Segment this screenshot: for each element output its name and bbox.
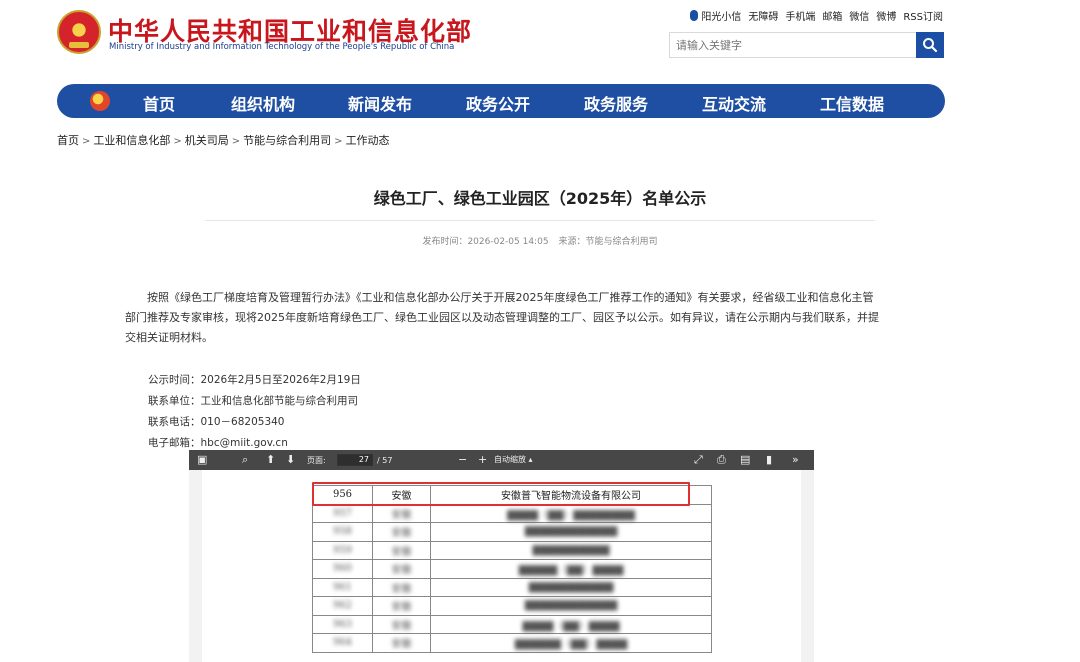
row-number: 959	[312, 540, 373, 560]
nav-home[interactable]: 首页	[143, 91, 175, 115]
nav-news[interactable]: 新闻发布	[348, 91, 412, 115]
row-number: 961	[312, 577, 373, 597]
row-company: ▇▇▇▇▇▇▇▇▇▇▇▇	[430, 596, 712, 616]
row-company: ▇▇▇▇（▇▇）▇▇▇▇▇▇▇▇	[430, 503, 712, 523]
row-province: 安徽	[372, 522, 431, 542]
row-province: 安徽	[372, 596, 431, 616]
top-links: 阳光小信 无障碍 手机端 邮箱 微信 微博 RSS订阅	[690, 8, 943, 23]
row-number: 964	[312, 633, 373, 653]
toplink-sunshine[interactable]: 阳光小信	[701, 8, 741, 23]
nav-gov-services[interactable]: 政务服务	[584, 91, 648, 115]
main-nav: 首页 组织机构 新闻发布 政务公开 政务服务 互动交流 工信数据	[57, 84, 945, 118]
table-row: 959 安徽 ▇▇▇▇▇▇▇▇▇▇	[312, 540, 712, 560]
highlight-box	[312, 482, 690, 506]
row-province: 安徽	[372, 633, 431, 653]
article-meta: 发布时间：2026-02-05 14:05 来源：节能与综合利用司	[205, 234, 875, 247]
zoom-out-icon[interactable]: −	[458, 453, 467, 467]
breadcrumb-ministry[interactable]: 工业和信息化部	[93, 134, 170, 147]
national-emblem-icon[interactable]	[57, 10, 101, 54]
table-row: 963 安徽 ▇▇▇▇（▇▇）▇▇▇▇	[312, 614, 712, 634]
breadcrumb-energy-dept[interactable]: 节能与综合利用司	[243, 134, 331, 147]
title-divider	[205, 220, 875, 221]
article-source: 来源：节能与综合利用司	[558, 237, 658, 247]
toplink-weibo[interactable]: 微博	[876, 8, 896, 23]
print-icon[interactable]: ⎙	[717, 453, 726, 467]
pdf-toolbar: ▣ ⌕ ⬆ ⬇ 页面: 27 / 57 − + 自动缩放 ▴ ⤢ ⎙ ▤ ▮ »	[189, 450, 814, 470]
find-icon[interactable]: ⌕	[242, 453, 248, 467]
nav-logo-icon	[90, 91, 110, 111]
row-province: 安徽	[372, 577, 431, 597]
row-company: ▇▇▇▇▇▇▇▇▇▇▇▇	[430, 522, 712, 542]
site-header: 中华人民共和国工业和信息化部 Ministry of Industry and …	[0, 0, 1080, 80]
prev-page-icon[interactable]: ⬆	[266, 453, 275, 467]
row-province: 安徽	[372, 540, 431, 560]
row-company: ▇▇▇▇（▇▇）▇▇▇▇	[430, 614, 712, 634]
row-number: 963	[312, 614, 373, 634]
nav-gov-affairs[interactable]: 政务公开	[466, 91, 530, 115]
contact-unit: 联系单位：工业和信息化部节能与综合利用司	[148, 395, 358, 407]
table-row: 961 安徽 ▇▇▇▇▇▇▇▇▇▇▇	[312, 577, 712, 597]
map-pin-icon	[690, 10, 699, 21]
table-row: 957 安徽 ▇▇▇▇（▇▇）▇▇▇▇▇▇▇▇	[312, 503, 712, 523]
row-number: 962	[312, 596, 373, 616]
sidebar-toggle-icon[interactable]: ▣	[197, 453, 207, 467]
search-input[interactable]	[670, 33, 916, 57]
toplink-mail[interactable]: 邮箱	[822, 8, 842, 23]
search-box	[669, 32, 944, 58]
zoom-in-icon[interactable]: +	[478, 453, 487, 467]
nav-organization[interactable]: 组织机构	[231, 91, 295, 115]
tools-menu-icon[interactable]: »	[792, 453, 799, 467]
article-paragraph: 按照《绿色工厂梯度培育及管理暂行办法》《工业和信息化部办公厅关于开展2025年度…	[125, 291, 879, 344]
pdf-page: 956 安徽 安徽普飞智能物流设备有限公司 957 安徽 ▇▇▇▇（▇▇）▇▇▇▇▇▇▇…	[202, 470, 801, 662]
presentation-mode-icon[interactable]: ⤢	[694, 453, 703, 467]
page-label: 页面:	[307, 456, 326, 465]
article-title: 绿色工厂、绿色工业园区（2025年）名单公示	[373, 189, 707, 208]
next-page-icon[interactable]: ⬇	[286, 453, 295, 467]
table-row: 960 安徽 ▇▇▇▇▇（▇▇）▇▇▇▇	[312, 559, 712, 579]
table-row: 962 安徽 ▇▇▇▇▇▇▇▇▇▇▇▇	[312, 596, 712, 616]
save-icon[interactable]: ▤	[740, 453, 750, 467]
page-number-input[interactable]: 27	[337, 454, 373, 466]
row-company: ▇▇▇▇▇▇▇▇▇▇	[430, 540, 712, 560]
row-province: 安徽	[372, 503, 431, 523]
row-number: 958	[312, 522, 373, 542]
breadcrumb-work-news[interactable]: 工作动态	[346, 134, 390, 147]
row-province: 安徽	[372, 614, 431, 634]
row-company: ▇▇▇▇▇（▇▇）▇▇▇▇	[430, 559, 712, 579]
bookmark-icon[interactable]: ▮	[766, 453, 772, 467]
article-body: 按照《绿色工厂梯度培育及管理暂行办法》《工业和信息化部办公厅关于开展2025年度…	[125, 288, 880, 348]
notice-period: 公示时间：2026年2月5日至2026年2月19日	[148, 374, 361, 386]
nav-interaction[interactable]: 互动交流	[702, 91, 766, 115]
toplink-mobile[interactable]: 手机端	[785, 8, 815, 23]
row-number: 957	[312, 503, 373, 523]
toplink-accessibility[interactable]: 无障碍	[748, 8, 778, 23]
row-company: ▇▇▇▇▇▇（▇▇）▇▇▇▇	[430, 633, 712, 653]
row-company: ▇▇▇▇▇▇▇▇▇▇▇	[430, 577, 712, 597]
breadcrumb-departments[interactable]: 机关司局	[185, 134, 229, 147]
pdf-viewer[interactable]: ▣ ⌕ ⬆ ⬇ 页面: 27 / 57 − + 自动缩放 ▴ ⤢ ⎙ ▤ ▮ »…	[189, 450, 814, 662]
page-total: / 57	[377, 456, 393, 465]
company-table: 956 安徽 安徽普飞智能物流设备有限公司 957 安徽 ▇▇▇▇（▇▇）▇▇▇▇▇▇▇…	[312, 485, 712, 653]
breadcrumb: 首页 > 工业和信息化部 > 机关司局 > 节能与综合利用司 > 工作动态	[57, 134, 390, 147]
toplink-wechat[interactable]: 微信	[849, 8, 869, 23]
zoom-value: 自动缩放	[494, 455, 526, 464]
row-province: 安徽	[372, 559, 431, 579]
contact-info: 公示时间：2026年2月5日至2026年2月19日 联系单位：工业和信息化部节能…	[148, 370, 361, 454]
zoom-select[interactable]: 自动缩放 ▴	[494, 454, 582, 466]
row-number: 960	[312, 559, 373, 579]
search-button[interactable]	[916, 32, 944, 58]
toplink-rss[interactable]: RSS订阅	[903, 8, 943, 23]
search-icon	[923, 38, 938, 53]
table-row: 958 安徽 ▇▇▇▇▇▇▇▇▇▇▇▇	[312, 522, 712, 542]
contact-phone: 联系电话：010－68205340	[148, 416, 285, 428]
publish-time: 发布时间：2026-02-05 14:05	[422, 237, 549, 247]
table-row: 964 安徽 ▇▇▇▇▇▇（▇▇）▇▇▇▇	[312, 633, 712, 653]
breadcrumb-home[interactable]: 首页	[57, 134, 79, 147]
site-logo-subtitle[interactable]: Ministry of Industry and Information Tec…	[109, 42, 454, 52]
nav-data[interactable]: 工信数据	[820, 91, 884, 115]
